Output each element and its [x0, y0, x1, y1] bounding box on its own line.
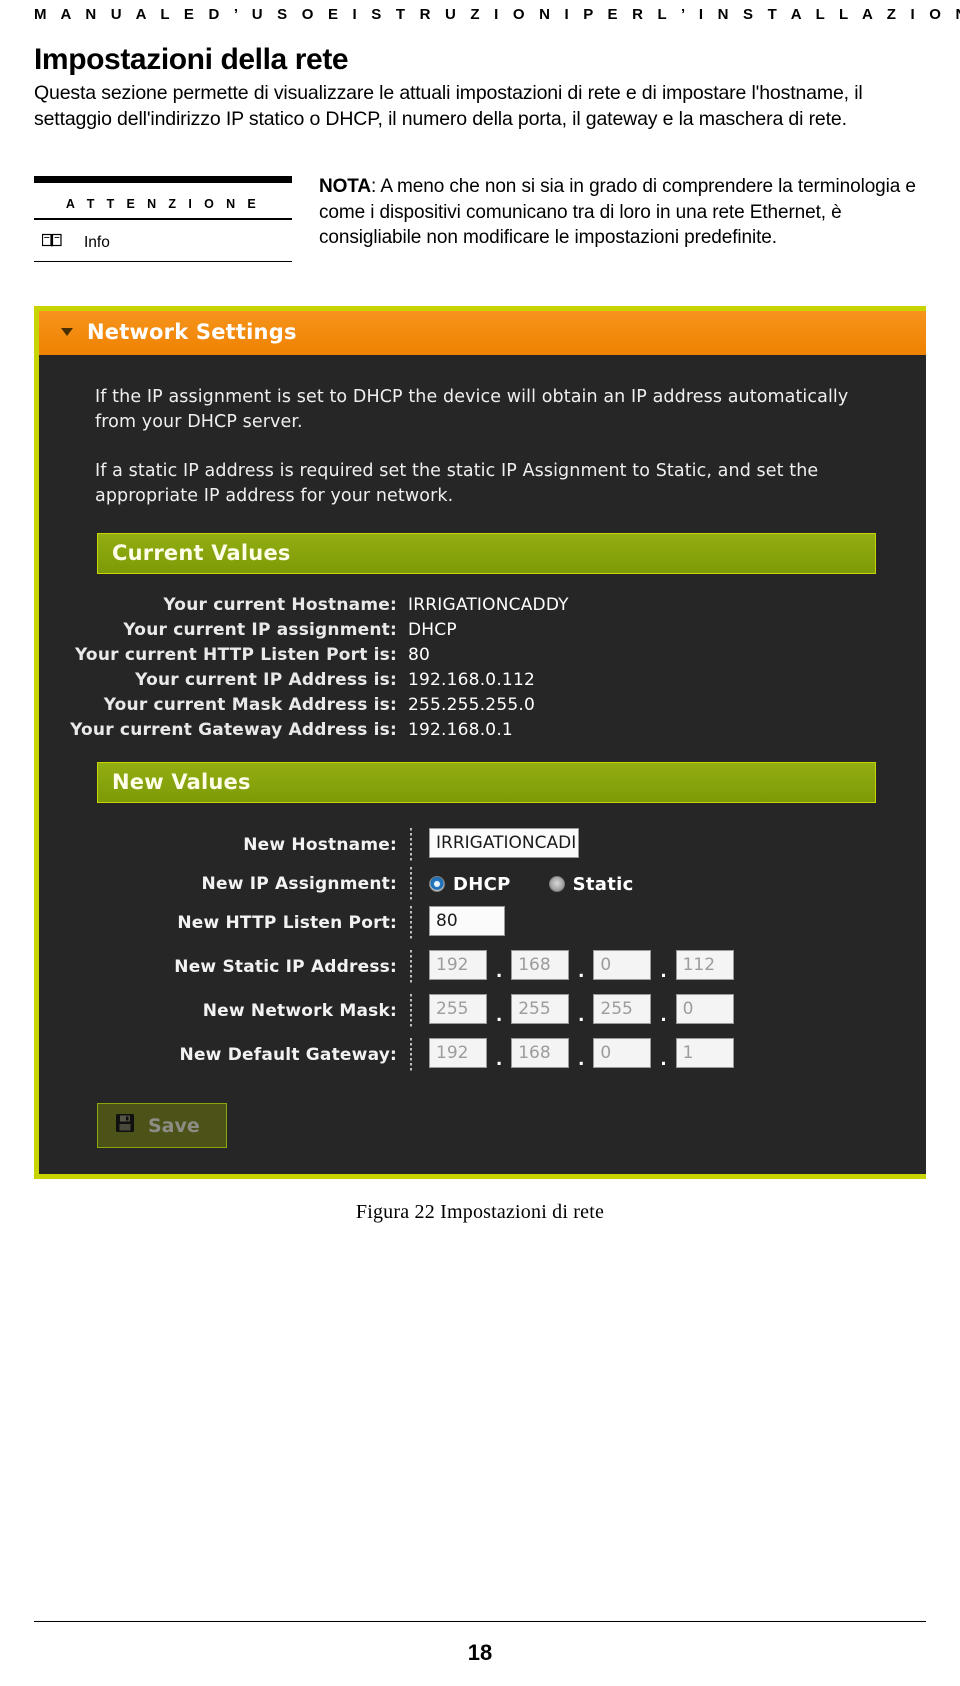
static-ip-octet-4[interactable]: 112 [675, 950, 734, 980]
page-number: 18 [467, 1640, 493, 1665]
ip-assignment-radio-group: DHCP Static [429, 874, 734, 895]
new-static-ip-label: New Static IP Address: [174, 957, 397, 977]
new-values-form: New Hostname: IRRIGATIONCADI New IP Assi… [67, 823, 734, 1077]
intro-paragraph: Questa sezione permette di visualizzare … [34, 82, 863, 130]
octet-separator: . [495, 1006, 503, 1026]
octet-separator: . [660, 1050, 667, 1070]
current-http-port-label: Your current HTTP Listen Port is: [74, 644, 397, 665]
floppy-disk-icon [116, 1114, 134, 1137]
form-row-ip-assignment: New IP Assignment: DHCP Static [67, 867, 734, 901]
form-row-static-ip: New Static IP Address: 192 . 168 . 0 . 1… [67, 945, 734, 989]
mask-octet-2[interactable]: 255 [511, 994, 570, 1024]
footer-divider [34, 1620, 926, 1622]
running-head: M A N U A L E D ’ U S O E I S T R U Z I … [34, 6, 960, 23]
panel-title: Network Settings [87, 320, 297, 344]
current-ip-assignment-label: Your current IP assignment: [123, 619, 397, 640]
octet-separator: . [578, 1050, 585, 1070]
radio-dhcp-label: DHCP [453, 873, 511, 895]
figure-caption: Figura 22 Impostazioni di rete [355, 1201, 605, 1223]
radio-static[interactable] [548, 876, 565, 892]
radio-dhcp[interactable] [429, 876, 445, 892]
document-page: M A N U A L E D ’ U S O E I S T R U Z I … [0, 0, 960, 1686]
table-row: Your current Mask Address is: 255.255.25… [67, 692, 569, 717]
table-row: Your current HTTP Listen Port is: 80 [67, 642, 569, 667]
save-button[interactable]: Save [97, 1103, 227, 1148]
current-mask-value: 255.255.255.0 [408, 694, 535, 715]
new-network-mask-label: New Network Mask: [202, 1001, 397, 1021]
note-text: NOTA: A meno che non si sia in grado di … [319, 170, 926, 251]
octet-separator: . [495, 1050, 503, 1070]
gateway-octet-3[interactable]: 0 [593, 1038, 652, 1068]
gateway-octet-2[interactable]: 168 [511, 1038, 570, 1068]
panel-paragraph-static: If a static IP address is required set t… [95, 461, 819, 506]
chevron-down-icon[interactable] [61, 328, 73, 336]
current-ip-address-label: Your current IP Address is: [135, 669, 397, 690]
attention-box: A T T E N Z I O N E Info [34, 170, 299, 262]
new-hostname-label: New Hostname: [243, 835, 397, 855]
current-hostname-value: IRRIGATIONCADDY [408, 594, 569, 615]
current-hostname-label: Your current Hostname: [163, 594, 397, 615]
panel-body: If the IP assignment is set to DHCP the … [39, 355, 926, 1174]
current-mask-label: Your current Mask Address is: [103, 694, 397, 715]
static-ip-octet-1[interactable]: 192 [429, 950, 487, 980]
current-ip-address-value: 192.168.0.112 [408, 669, 535, 690]
octet-separator: . [578, 1006, 585, 1026]
note-body: : A meno che non si sia in grado di comp… [319, 176, 916, 248]
panel-paragraph-dhcp: If the IP assignment is set to DHCP the … [95, 387, 849, 432]
panel-header[interactable]: Network Settings [39, 311, 926, 355]
form-row-network-mask: New Network Mask: 255 . 255 . 255 . 0 [67, 989, 734, 1033]
mask-octet-4[interactable]: 0 [675, 994, 734, 1024]
current-ip-assignment-value: DHCP [408, 619, 457, 640]
current-gateway-value: 192.168.0.1 [408, 719, 513, 740]
save-button-label: Save [148, 1114, 200, 1137]
save-button-wrap: Save [97, 1103, 898, 1148]
new-hostname-input[interactable]: IRRIGATIONCADI [429, 828, 579, 858]
octet-separator: . [578, 962, 585, 982]
current-http-port-value: 80 [408, 644, 431, 665]
mask-octet-1[interactable]: 255 [429, 994, 487, 1024]
gateway-octet-4[interactable]: 1 [675, 1038, 734, 1068]
form-row-hostname: New Hostname: IRRIGATIONCADI [67, 823, 734, 867]
mask-octet-3[interactable]: 255 [593, 994, 652, 1024]
gateway-octet-1[interactable]: 192 [429, 1038, 487, 1068]
attention-rule-bottom [34, 260, 292, 262]
table-row: Your current Hostname: IRRIGATIONCADDY [67, 592, 569, 617]
table-row: Your current IP assignment: DHCP [67, 617, 569, 642]
current-values-heading: Current Values [97, 533, 876, 574]
panel-bottom-accent [34, 1174, 926, 1179]
network-settings-screenshot: Network Settings If the IP assignment is… [34, 306, 926, 1179]
attention-info-row: Info [34, 220, 292, 261]
static-ip-octet-2[interactable]: 168 [511, 950, 570, 980]
form-row-default-gateway: New Default Gateway: 192 . 168 . 0 . 1 [67, 1033, 734, 1077]
octet-separator: . [495, 962, 503, 982]
table-row: Your current Gateway Address is: 192.168… [67, 717, 569, 742]
book-icon [41, 233, 62, 253]
page-title: Impostazioni della rete [34, 43, 349, 76]
note-label: NOTA [319, 176, 372, 197]
attention-heading: A T T E N Z I O N E [65, 197, 261, 211]
new-http-port-input[interactable]: 80 [429, 906, 505, 936]
current-gateway-label: Your current Gateway Address is: [70, 719, 397, 740]
radio-static-label: Static [572, 873, 634, 895]
static-ip-octet-3[interactable]: 0 [593, 950, 652, 980]
new-values-heading: New Values [97, 762, 876, 803]
attention-rule-top [34, 176, 292, 183]
attention-note-block: A T T E N Z I O N E Info NOTA: A meno ch… [34, 170, 926, 262]
new-default-gateway-label: New Default Gateway: [179, 1045, 397, 1065]
attention-info-label: Info [84, 233, 110, 251]
octet-separator: . [660, 962, 667, 982]
form-row-http-port: New HTTP Listen Port: 80 [67, 901, 734, 945]
new-ip-assignment-label: New IP Assignment: [201, 874, 397, 894]
octet-separator: . [660, 1006, 667, 1026]
current-values-table: Your current Hostname: IRRIGATIONCADDY Y… [67, 592, 569, 742]
table-row: Your current IP Address is: 192.168.0.11… [67, 667, 569, 692]
new-http-port-label: New HTTP Listen Port: [177, 913, 397, 933]
